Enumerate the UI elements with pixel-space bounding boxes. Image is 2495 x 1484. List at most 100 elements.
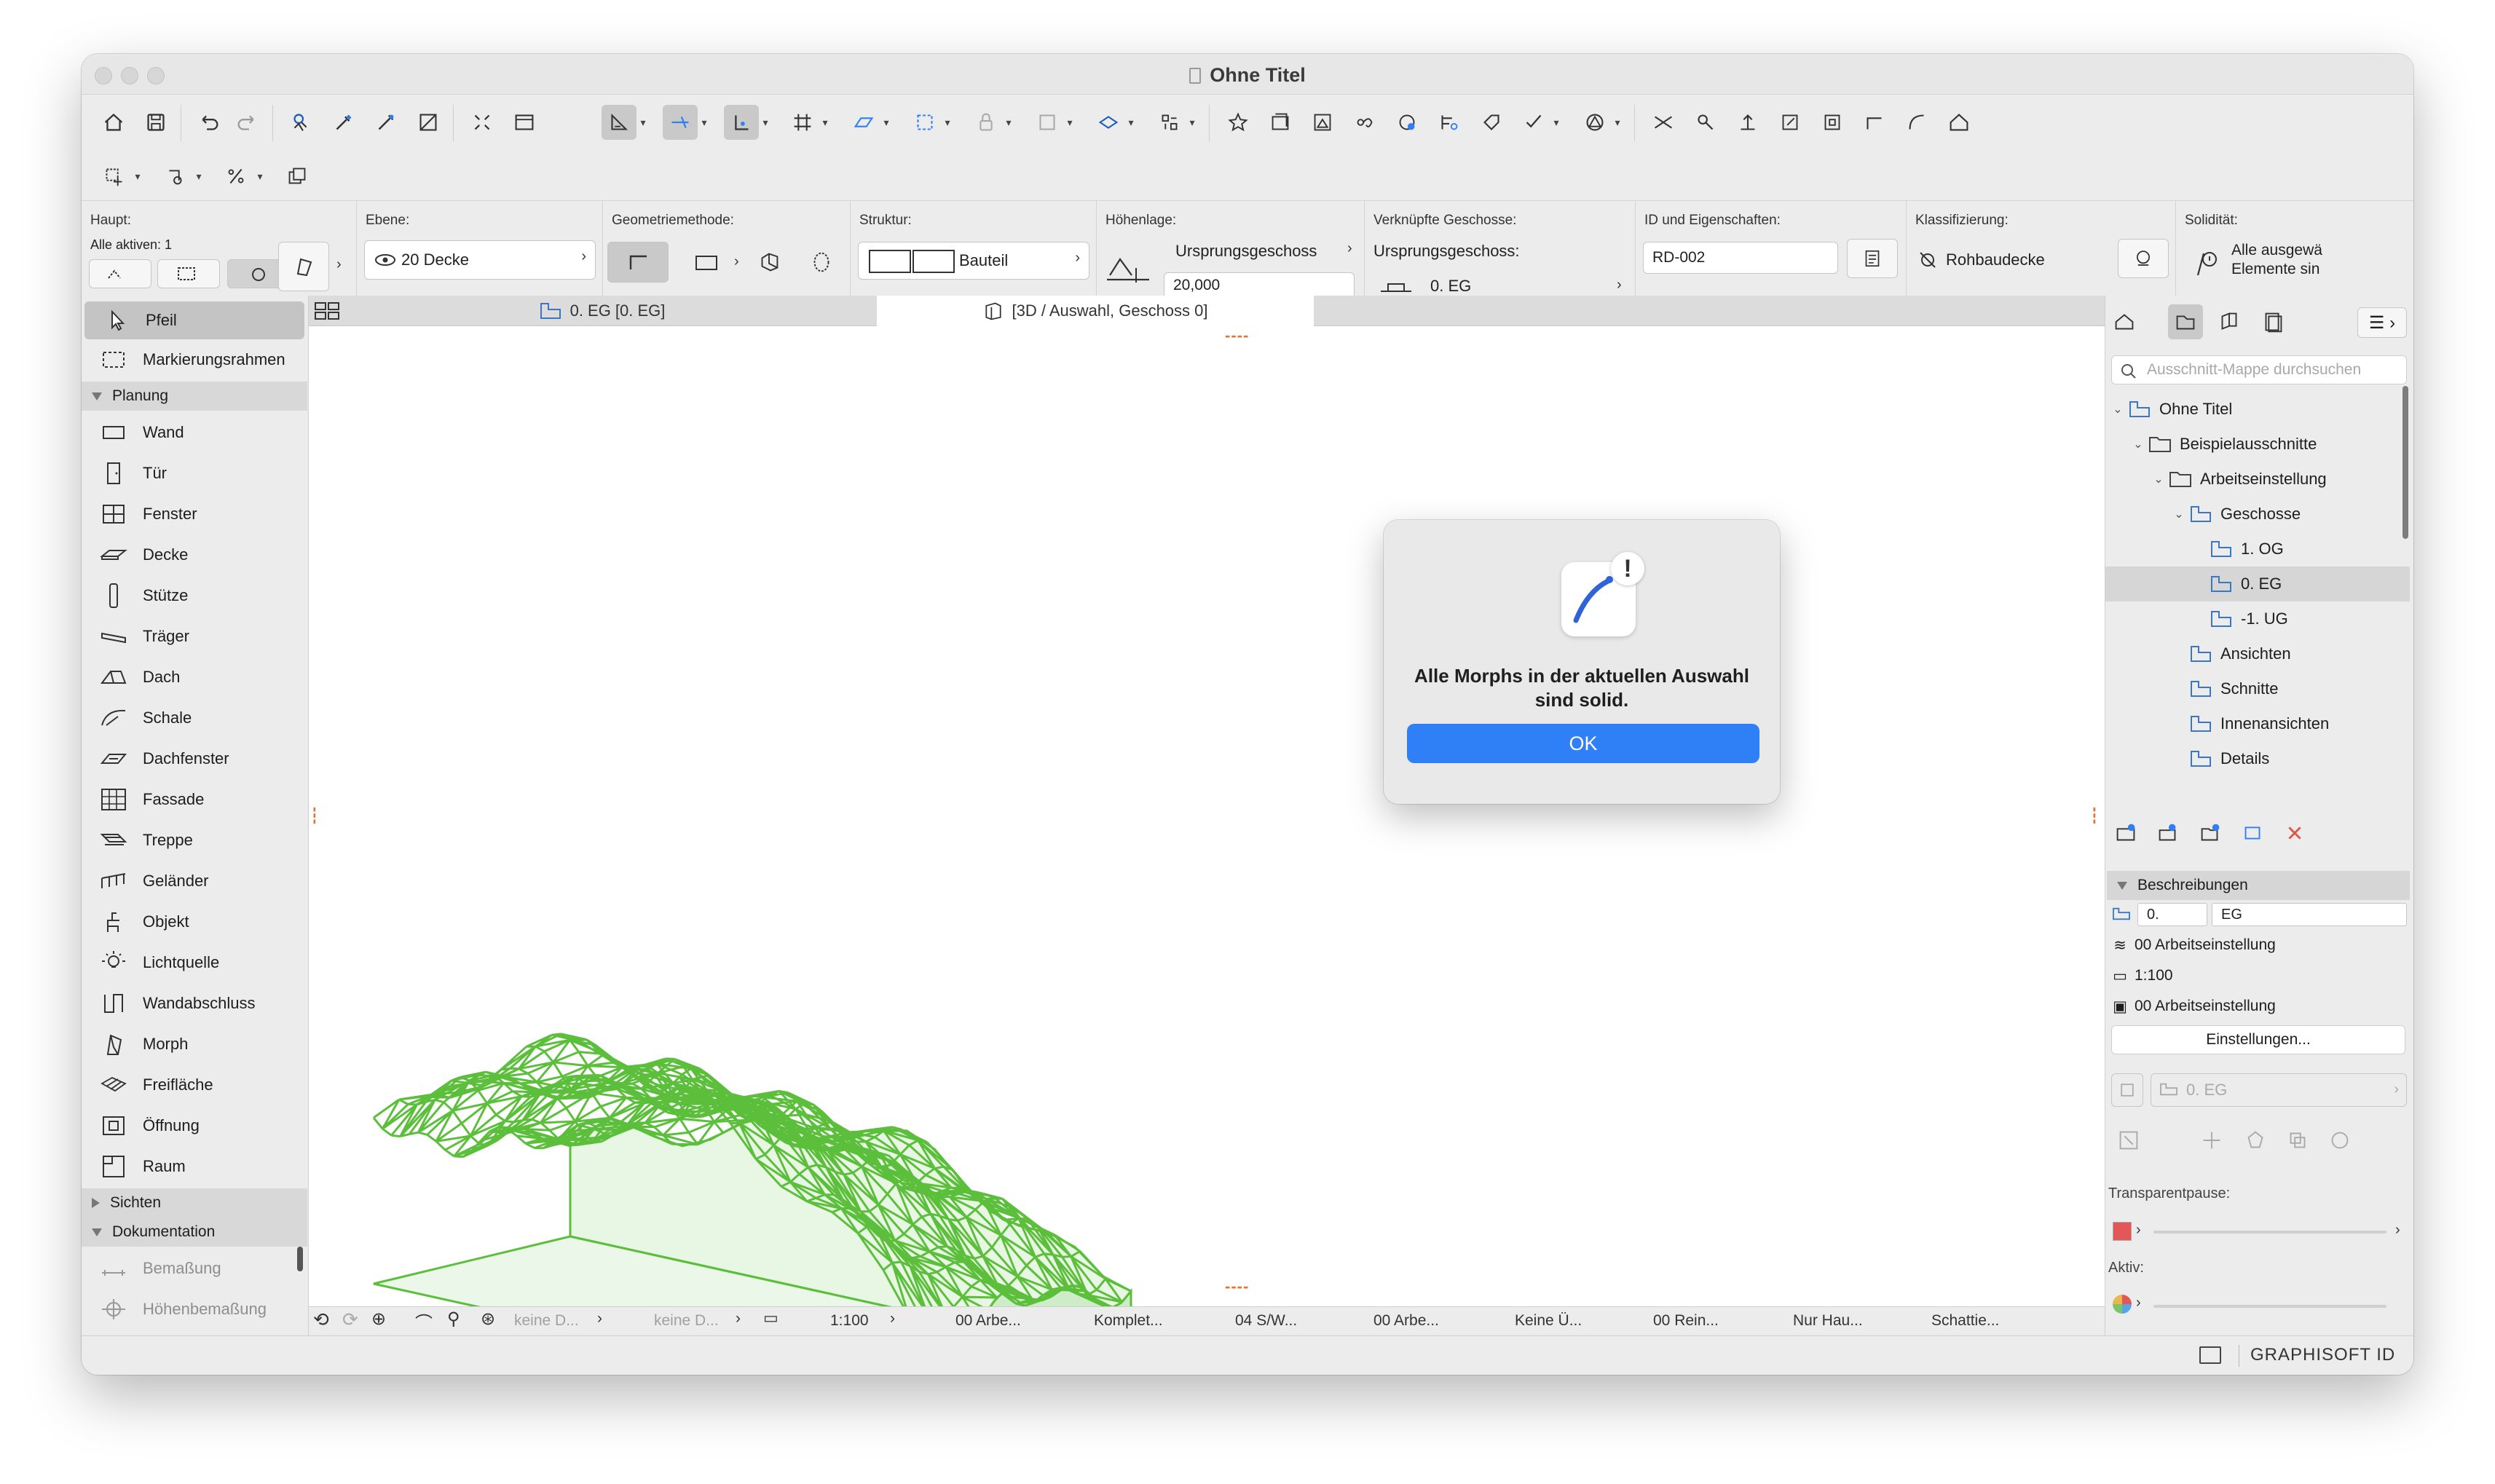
status-override[interactable]: Keine Ü... bbox=[1515, 1312, 1582, 1330]
grid-snap-icon[interactable] bbox=[785, 105, 820, 140]
favorites-icon[interactable] bbox=[1221, 105, 1256, 140]
tree-item[interactable]: 0. EG bbox=[2105, 567, 2410, 601]
tree-chevron-icon[interactable]: ⌄ bbox=[2129, 437, 2148, 451]
zoom-in-icon[interactable]: ⊕ bbox=[371, 1309, 386, 1330]
percent-dropdown[interactable]: ▾ bbox=[255, 159, 265, 194]
redo-icon[interactable] bbox=[230, 105, 265, 140]
split-icon[interactable] bbox=[1646, 105, 1681, 140]
shape-icon[interactable] bbox=[1577, 105, 1612, 140]
tree-item[interactable]: -1. UG bbox=[2105, 601, 2410, 636]
beschreibungen-header[interactable]: Beschreibungen bbox=[2107, 871, 2410, 900]
tool-gelaender[interactable]: Geländer bbox=[82, 862, 307, 900]
view-name-input[interactable]: EG bbox=[2212, 903, 2407, 926]
tool-dach[interactable]: Dach bbox=[82, 658, 307, 696]
tool-fenster[interactable]: Fenster bbox=[82, 495, 307, 533]
move-copy-dropdown[interactable]: ▾ bbox=[133, 159, 143, 194]
tool-bemassung[interactable]: Bemaßung bbox=[82, 1250, 307, 1287]
tool-decke[interactable]: Decke bbox=[82, 536, 307, 574]
guide-lines-icon[interactable] bbox=[602, 105, 636, 140]
trace-slider[interactable] bbox=[2153, 1231, 2386, 1234]
status-structure-display[interactable]: Nur Hau... bbox=[1793, 1312, 1863, 1330]
tree-chevron-icon[interactable]: ⌄ bbox=[2149, 472, 2168, 486]
align-dropdown[interactable]: ▾ bbox=[1187, 105, 1197, 140]
tab-overview-icon[interactable] bbox=[309, 296, 345, 326]
scale-row[interactable]: ▭ 1:100 bbox=[2105, 961, 2410, 990]
ok-button[interactable]: OK bbox=[1407, 724, 1759, 763]
lock-dropdown[interactable]: ▾ bbox=[1004, 105, 1014, 140]
ref-mirror-icon[interactable] bbox=[2280, 1123, 2315, 1158]
offset-icon[interactable] bbox=[1773, 105, 1808, 140]
layout-book-icon[interactable] bbox=[2212, 304, 2247, 339]
trace-color-swatch[interactable] bbox=[2113, 1222, 2132, 1241]
tag-icon[interactable] bbox=[1474, 105, 1509, 140]
new-view-icon[interactable] bbox=[2108, 816, 2143, 850]
fillet-icon[interactable] bbox=[1857, 105, 1892, 140]
layer-combo-row[interactable]: ≋ 00 Arbeitseinstellung bbox=[2105, 931, 2410, 960]
tree-item[interactable]: Ansichten bbox=[2105, 636, 2410, 671]
tree-scrollbar[interactable] bbox=[2403, 386, 2408, 539]
zoom-back-icon[interactable]: ⟲ bbox=[313, 1309, 329, 1331]
guide-lines-dropdown[interactable]: ▾ bbox=[638, 105, 648, 140]
calendar-icon[interactable] bbox=[507, 105, 542, 140]
selection-area-icon[interactable] bbox=[907, 105, 942, 140]
fit-window-icon[interactable] bbox=[465, 105, 500, 140]
tree-chevron-icon[interactable]: ⌄ bbox=[2169, 507, 2188, 521]
delete-icon[interactable] bbox=[2277, 816, 2312, 850]
schedule-icon[interactable] bbox=[1432, 105, 1467, 140]
tool-morph[interactable]: Morph bbox=[82, 1025, 307, 1063]
chevron-right-icon[interactable]: › bbox=[1347, 240, 1352, 257]
elevate-icon[interactable] bbox=[1730, 105, 1765, 140]
tree-chevron-icon[interactable]: ⌄ bbox=[2108, 402, 2127, 417]
model-view-row[interactable]: ▣ 00 Arbeitseinstellung bbox=[2105, 992, 2410, 1021]
tool-treppe[interactable]: Treppe bbox=[82, 821, 307, 859]
align-icon[interactable] bbox=[1152, 105, 1187, 140]
hoehe-input[interactable]: 20,000 bbox=[1164, 272, 1355, 299]
tree-item[interactable]: ⌄ Beispielausschnitte bbox=[2105, 427, 2410, 462]
tool-wand[interactable]: Wand bbox=[82, 414, 307, 451]
status-structure[interactable]: Komplet... bbox=[1094, 1312, 1163, 1330]
tool-raum[interactable]: Raum bbox=[82, 1148, 307, 1185]
editing-plane-dropdown[interactable]: ▾ bbox=[881, 105, 891, 140]
find-select-icon[interactable] bbox=[284, 105, 319, 140]
check-icon[interactable] bbox=[1516, 105, 1551, 140]
chevron-right-icon[interactable]: › bbox=[1617, 277, 1622, 293]
group-icon[interactable] bbox=[1030, 105, 1065, 140]
classification-settings-button[interactable] bbox=[2118, 239, 2169, 278]
move-copy-icon[interactable] bbox=[96, 159, 131, 194]
chevron-right-icon[interactable]: › bbox=[2136, 1222, 2141, 1239]
ref-move-icon[interactable] bbox=[2194, 1123, 2229, 1158]
ebene-field[interactable]: 20 Decke › bbox=[364, 240, 596, 280]
view-id-input[interactable]: 0. bbox=[2137, 903, 2207, 926]
category-dokumentation[interactable]: Dokumentation bbox=[82, 1217, 307, 1247]
properties-button[interactable] bbox=[1847, 239, 1898, 278]
zoom-forward-icon[interactable]: ⟳ bbox=[342, 1309, 358, 1331]
status-pen-set[interactable]: 04 S/W... bbox=[1235, 1312, 1297, 1330]
editing-plane-icon[interactable] bbox=[846, 105, 881, 140]
snap-guides-icon[interactable] bbox=[663, 105, 698, 140]
navigator-search-input[interactable]: Ausschnitt-Mappe durchsuchen bbox=[2111, 355, 2407, 384]
window-mode-icon[interactable] bbox=[2199, 1346, 2221, 1364]
roof-trim-icon[interactable] bbox=[1942, 105, 1976, 140]
chevron-right-icon[interactable]: › bbox=[336, 256, 342, 273]
geometry-rectangle-button[interactable] bbox=[676, 242, 737, 283]
rotate-copy-icon[interactable] bbox=[157, 159, 192, 194]
gravity-icon[interactable] bbox=[724, 105, 759, 140]
orbit-icon[interactable]: ⌒ bbox=[415, 1309, 433, 1334]
morph-type-button[interactable] bbox=[278, 242, 329, 291]
curve-icon[interactable] bbox=[1899, 105, 1934, 140]
tool-freiflaeche[interactable]: Freifläche bbox=[82, 1066, 307, 1104]
tab-floorplan[interactable]: 0. EG [0. EG] bbox=[354, 296, 849, 326]
project-map-icon[interactable] bbox=[2107, 304, 2142, 339]
geometry-straight-button[interactable] bbox=[607, 242, 669, 283]
tool-markierungsrahmen[interactable]: Markierungsrahmen bbox=[82, 341, 307, 379]
einstellungen-button[interactable]: Einstellungen... bbox=[2111, 1025, 2405, 1054]
lock-icon[interactable] bbox=[969, 105, 1004, 140]
new-folder-icon[interactable] bbox=[2193, 816, 2228, 850]
grid-snap-dropdown[interactable]: ▾ bbox=[820, 105, 830, 140]
marquee-toggle-button[interactable] bbox=[157, 259, 220, 288]
status-shading[interactable]: Schattie... bbox=[1931, 1312, 1999, 1330]
worksheet-icon[interactable] bbox=[1305, 105, 1340, 140]
tool-fassade[interactable]: Fassade bbox=[82, 781, 307, 818]
tool-stuetze[interactable]: Stütze bbox=[82, 577, 307, 615]
category-planung[interactable]: Planung bbox=[82, 382, 307, 411]
